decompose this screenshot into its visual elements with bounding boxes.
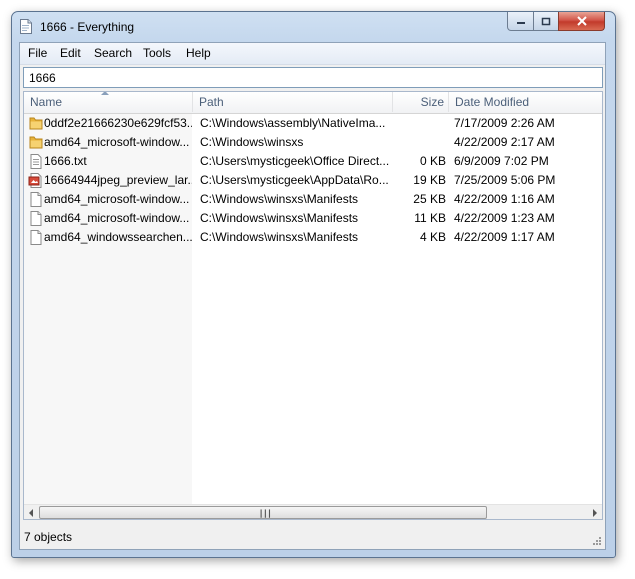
- resize-grip-icon[interactable]: [592, 536, 602, 546]
- table-row[interactable]: 1666.txt C:\Users\mysticgeek\Office Dire…: [24, 152, 602, 171]
- row-path: C:\Windows\winsxs\Manifests: [200, 192, 359, 206]
- row-path: C:\Windows\winsxs\Manifests: [200, 211, 359, 225]
- row-size: 11 KB: [414, 211, 446, 225]
- row-path: C:\Users\mysticgeek\AppData\Ro...: [200, 173, 389, 187]
- sort-ascending-icon: [101, 92, 109, 95]
- app-window: 1666 - Everything File Edit Search Tools…: [11, 11, 616, 558]
- column-header-path[interactable]: Path: [193, 92, 393, 112]
- table-row[interactable]: 0ddf2e21666230e629fcf53... C:\Windows\as…: [24, 114, 602, 133]
- column-header-size-label: Size: [420, 95, 444, 109]
- file-icon: [30, 230, 42, 245]
- search-input[interactable]: 1666: [23, 67, 603, 88]
- table-row[interactable]: 16664944jpeg_preview_lar... C:\Users\mys…: [24, 171, 602, 190]
- close-icon: [576, 16, 587, 26]
- scroll-left-icon[interactable]: [29, 509, 33, 517]
- row-path: C:\Windows\assembly\NativeIma...: [200, 116, 386, 130]
- image-file-icon: [28, 173, 42, 188]
- row-date: 4/22/2009 1:17 AM: [454, 230, 555, 244]
- menu-file[interactable]: File: [28, 46, 47, 60]
- row-name: 16664944jpeg_preview_lar...: [44, 173, 192, 187]
- row-size: [392, 114, 446, 133]
- row-name: 1666.txt: [44, 154, 87, 168]
- horizontal-scrollbar[interactable]: ┃┃┃: [24, 504, 602, 519]
- results-list[interactable]: Name Path Size Date Modified 0ddf2e21666…: [23, 91, 603, 520]
- client-area: File Edit Search Tools Help 1666 Name Pa…: [19, 42, 606, 550]
- row-path: C:\Windows\winsxs\Manifests: [200, 230, 359, 244]
- row-path: C:\Windows\winsxs: [200, 135, 304, 149]
- file-icon: [30, 192, 42, 207]
- menu-search[interactable]: Search: [94, 46, 132, 60]
- column-header-name-label: Name: [30, 95, 63, 109]
- column-header-date-label: Date Modified: [455, 95, 530, 109]
- folder-icon: [29, 117, 43, 130]
- menu-bar: File Edit Search Tools Help: [20, 43, 605, 65]
- row-name: amd64_windowssearchen...: [44, 230, 192, 244]
- scrollbar-thumb[interactable]: ┃┃┃: [39, 506, 487, 519]
- row-size: 0 KB: [419, 154, 446, 168]
- row-date: 6/9/2009 7:02 PM: [454, 154, 549, 168]
- row-size: 25 KB: [413, 192, 446, 206]
- folder-icon: [29, 136, 43, 149]
- column-header: Name Path Size Date Modified: [24, 92, 602, 114]
- table-row[interactable]: amd64_windowssearchen... C:\Windows\wins…: [24, 228, 602, 247]
- row-date: 4/22/2009 1:16 AM: [454, 192, 555, 206]
- text-file-icon: [30, 154, 42, 169]
- window-title: 1666 - Everything: [40, 20, 135, 34]
- title-bar[interactable]: 1666 - Everything: [12, 12, 615, 42]
- row-date: 4/22/2009 2:17 AM: [454, 135, 555, 149]
- minimize-icon: [516, 22, 525, 24]
- row-path: C:\Users\mysticgeek\Office Direct...: [200, 154, 390, 168]
- minimize-button[interactable]: [507, 12, 534, 31]
- column-header-size[interactable]: Size: [393, 92, 449, 112]
- table-row[interactable]: amd64_microsoft-window... C:\Windows\win…: [24, 190, 602, 209]
- menu-edit[interactable]: Edit: [60, 46, 81, 60]
- row-name: amd64_microsoft-window...: [44, 211, 190, 225]
- row-name: amd64_microsoft-window...: [44, 135, 190, 149]
- column-header-path-label: Path: [199, 95, 224, 109]
- maximize-button[interactable]: [533, 12, 559, 31]
- scroll-right-icon[interactable]: [593, 509, 597, 517]
- file-icon: [30, 211, 42, 226]
- row-size: [392, 133, 446, 152]
- column-header-date[interactable]: Date Modified: [449, 92, 602, 112]
- grip-icon: ┃┃┃: [259, 511, 272, 518]
- status-bar: 7 objects: [20, 525, 605, 549]
- close-button[interactable]: [558, 12, 605, 31]
- menu-tools[interactable]: Tools: [143, 46, 171, 60]
- row-date: 7/25/2009 5:06 PM: [454, 173, 556, 187]
- table-row[interactable]: amd64_microsoft-window... C:\Windows\win…: [24, 133, 602, 152]
- row-size: 4 KB: [419, 230, 446, 244]
- row-name: amd64_microsoft-window...: [44, 192, 190, 206]
- table-row[interactable]: amd64_microsoft-window... C:\Windows\win…: [24, 209, 602, 228]
- menu-help[interactable]: Help: [186, 46, 211, 60]
- maximize-icon: [541, 17, 551, 25]
- row-date: 4/22/2009 1:23 AM: [454, 211, 555, 225]
- status-object-count: 7 objects: [24, 530, 73, 544]
- row-date: 7/17/2009 2:26 AM: [454, 116, 555, 130]
- row-name: 0ddf2e21666230e629fcf53...: [44, 116, 192, 130]
- row-size: 19 KB: [413, 173, 446, 187]
- document-app-icon: [20, 19, 32, 34]
- column-header-name[interactable]: Name: [24, 92, 193, 112]
